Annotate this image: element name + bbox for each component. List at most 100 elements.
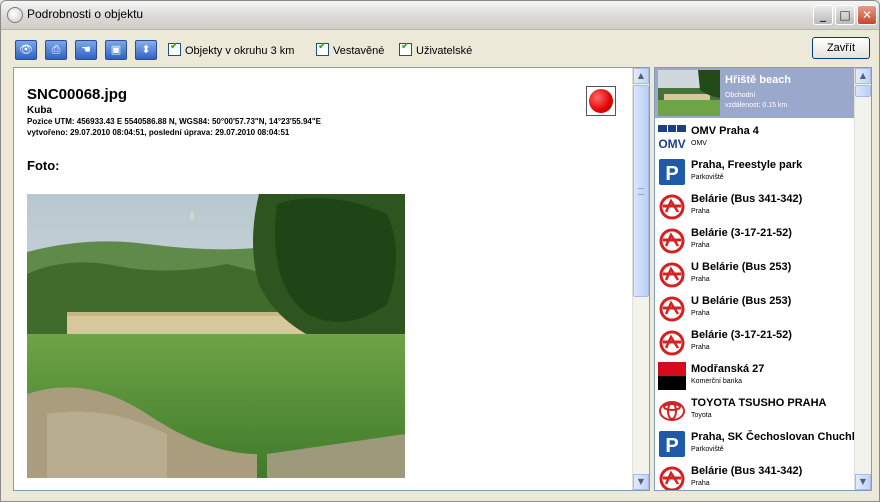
svg-text:OMV: OMV <box>658 137 685 151</box>
minimize-button[interactable]: _ <box>813 5 833 25</box>
foto-label: Foto: <box>27 158 60 173</box>
list-item[interactable]: P Praha, SK Čechoslovan Chuchle Parkoviště <box>655 428 861 462</box>
selected-item-category: Obchodní <box>725 92 756 99</box>
builtin-checkbox[interactable]: Vestavěné <box>316 41 385 57</box>
scroll-down-arrow-icon[interactable]: ▼ <box>633 474 649 490</box>
user-checkbox-label: Uživatelské <box>416 45 473 57</box>
svg-text:P: P <box>665 163 678 185</box>
list-item-name: TOYOTA TSUSHO PRAHA <box>691 397 827 409</box>
object-title: SNC00068.jpg <box>27 86 128 103</box>
floppy-icon: ▣ <box>110 43 122 56</box>
transit-icon <box>658 464 686 490</box>
list-item-name: Praha, Freestyle park <box>691 159 803 171</box>
navigate-button[interactable]: ☚ <box>75 40 97 60</box>
scroll-up-arrow-icon[interactable]: ▲ <box>855 68 871 84</box>
checkbox-icon <box>399 41 412 56</box>
object-photo <box>27 194 405 478</box>
status-indicator <box>586 86 616 116</box>
view-button[interactable]: 👁 <box>15 40 37 60</box>
checkbox-icon <box>168 41 181 56</box>
minimize-icon: _ <box>820 8 826 22</box>
object-subtitle: Kuba <box>27 105 52 116</box>
detail-pane: SNC00068.jpg Kuba Pozice UTM: 456933.43 … <box>13 67 650 491</box>
maximize-icon: □ <box>839 8 851 22</box>
list-item[interactable]: P Praha, Freestyle park Parkoviště <box>655 156 855 190</box>
scroll-thumb[interactable] <box>855 85 871 97</box>
list-item[interactable]: Belárie (3-17-21-52) Praha <box>655 326 855 360</box>
printer-icon: ⎙ <box>51 43 61 56</box>
transit-icon <box>658 260 686 288</box>
list-item[interactable]: Belárie (3-17-21-52) Praha <box>655 224 855 258</box>
details-window: Podrobnosti o objektu _ □ ✕ 👁 ⎙ ☚ ▣ ⬍ Ob… <box>0 0 880 502</box>
list-item[interactable]: Belárie (Bus 341-342) Praha <box>655 190 855 224</box>
parking-icon: P <box>658 158 686 186</box>
red-dot-icon <box>589 89 613 113</box>
nearby-objects-list: Hřiště beach Obchodní vzdálenost: 0.15 k… <box>654 67 872 491</box>
print-button[interactable]: ⎙ <box>45 40 67 60</box>
close-window-button[interactable]: ✕ <box>857 5 877 25</box>
list-item[interactable]: U Belárie (Bus 253) Praha <box>655 292 855 326</box>
list-item-category: Komerční banka <box>691 378 742 385</box>
list-item[interactable]: Belárie (Bus 341-342) Praha <box>655 462 855 490</box>
list-item[interactable]: Modřanská 27 Komerční banka <box>655 360 855 394</box>
list-item-category: Parkoviště <box>691 174 724 181</box>
radius-checkbox-label: Objekty v okruhu 3 km <box>185 45 295 57</box>
omv-icon: OMV <box>658 124 686 152</box>
scroll-up-arrow-icon[interactable]: ▲ <box>633 68 649 84</box>
list-item-category: Praha <box>691 480 710 487</box>
eye-icon: 👁 <box>19 43 33 56</box>
list-item-category: Praha <box>691 276 710 283</box>
parking-icon: P <box>658 430 686 458</box>
close-button[interactable]: Zavřít <box>812 37 870 59</box>
detail-scrollbar[interactable]: ▲ ▼ <box>632 68 649 490</box>
gps-button[interactable]: ⬍ <box>135 40 157 60</box>
list-scrollbar[interactable]: ▲ ▼ <box>854 68 871 490</box>
list-item-name: Praha, SK Čechoslovan Chuchle <box>691 431 861 443</box>
svg-text:P: P <box>665 435 678 457</box>
list-item-name: U Belárie (Bus 253) <box>691 261 792 273</box>
list-item-category: Toyota <box>691 412 712 419</box>
list-item-name: U Belárie (Bus 253) <box>691 295 792 307</box>
transit-icon <box>658 328 686 356</box>
list-item-name: Modřanská 27 <box>691 363 765 375</box>
app-icon <box>7 7 23 23</box>
photo-image <box>27 194 405 478</box>
pin-icon: ⬍ <box>141 43 151 56</box>
list-item[interactable]: OMV OMV Praha 4 OMV <box>655 122 855 156</box>
object-dates: vytvořeno: 29.07.2010 08:04:51, poslední… <box>27 128 290 137</box>
list-item-category: Praha <box>691 242 710 249</box>
title-bar[interactable]: Podrobnosti o objektu _ □ ✕ <box>1 1 879 30</box>
window-title: Podrobnosti o objektu <box>27 7 144 21</box>
thumbnail-image <box>658 70 720 116</box>
list-item-category: Praha <box>691 344 710 351</box>
toyota-icon <box>658 396 686 424</box>
list-item-category: Praha <box>691 310 710 317</box>
list-item-name: Belárie (3-17-21-52) <box>691 227 792 239</box>
transit-icon <box>658 192 686 220</box>
checkbox-icon <box>316 41 329 56</box>
selected-item-name: Hřiště beach <box>725 74 792 86</box>
maximize-button[interactable]: □ <box>835 5 855 25</box>
scroll-down-arrow-icon[interactable]: ▼ <box>855 474 871 490</box>
selected-item-distance: vzdálenost: 0.15 km <box>725 102 788 109</box>
list-item-name: Belárie (3-17-21-52) <box>691 329 792 341</box>
transit-icon <box>658 294 686 322</box>
list-item-name: Belárie (Bus 341-342) <box>691 465 803 477</box>
close-icon: ✕ <box>861 8 873 22</box>
list-item[interactable]: TOYOTA TSUSHO PRAHA Toyota <box>655 394 855 428</box>
list-item-name: Belárie (Bus 341-342) <box>691 193 803 205</box>
bank-icon <box>658 362 686 390</box>
list-item-name: OMV Praha 4 <box>691 125 759 137</box>
user-checkbox[interactable]: Uživatelské <box>399 41 473 57</box>
builtin-checkbox-label: Vestavěné <box>333 45 385 57</box>
scroll-thumb[interactable] <box>633 85 649 297</box>
hand-icon: ☚ <box>81 43 91 56</box>
list-item-category: Praha <box>691 208 710 215</box>
list-item-category: OMV <box>691 140 707 147</box>
list-item[interactable]: U Belárie (Bus 253) Praha <box>655 258 855 292</box>
object-position: Pozice UTM: 456933.43 E 5540586.88 N, WG… <box>27 117 321 126</box>
list-item-selected[interactable]: Hřiště beach Obchodní vzdálenost: 0.15 k… <box>655 68 855 118</box>
radius-checkbox[interactable]: Objekty v okruhu 3 km <box>168 41 295 57</box>
transit-icon <box>658 226 686 254</box>
save-button[interactable]: ▣ <box>105 40 127 60</box>
